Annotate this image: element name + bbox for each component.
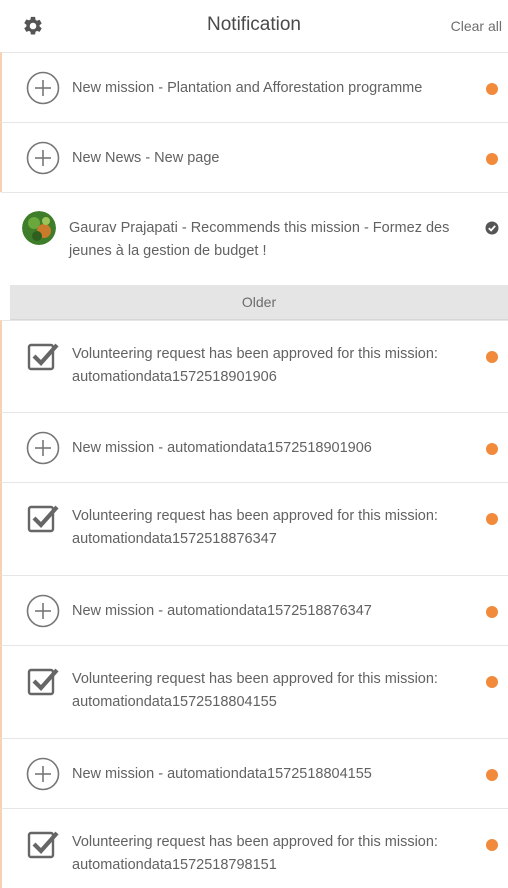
notification-text: New mission - Plantation and Afforestati…	[72, 80, 423, 96]
read-check-icon	[485, 221, 499, 235]
unread-dot-icon	[486, 839, 498, 851]
notification-item[interactable]: Gaurav Prajapati - Recommends this missi…	[0, 192, 508, 285]
notification-text: Volunteering request has been approved f…	[72, 834, 438, 873]
page-title: Notification	[207, 14, 301, 35]
notification-item[interactable]: New mission - automationdata157251880415…	[0, 738, 508, 808]
notification-item[interactable]: New mission - automationdata157251887634…	[0, 575, 508, 645]
plus-circle-icon	[26, 141, 60, 175]
clear-all-button[interactable]: Clear all	[451, 18, 502, 34]
checkbox-icon	[27, 505, 59, 533]
notification-item[interactable]: New mission - automationdata157251890190…	[0, 412, 508, 482]
older-section-header: Older	[10, 285, 508, 320]
unread-dot-icon	[486, 606, 498, 618]
unread-dot-icon	[486, 676, 498, 688]
notification-text: Volunteering request has been approved f…	[72, 346, 438, 385]
checkbox-icon	[27, 831, 59, 859]
plus-circle-icon	[26, 71, 60, 105]
notification-item[interactable]: Volunteering request has been approved f…	[0, 320, 508, 412]
notification-text: New mission - automationdata157251890190…	[72, 440, 372, 456]
notification-text: Gaurav Prajapati - Recommends this missi…	[69, 220, 450, 259]
gear-icon[interactable]	[22, 15, 44, 37]
unread-dot-icon	[486, 351, 498, 363]
checkbox-icon	[27, 668, 59, 696]
recent-notification-list: New mission - Plantation and Afforestati…	[0, 52, 508, 285]
plus-circle-icon	[26, 757, 60, 791]
notification-item[interactable]: New News - New page	[0, 122, 508, 192]
unread-dot-icon	[486, 769, 498, 781]
notification-text: Volunteering request has been approved f…	[72, 508, 438, 547]
unread-dot-icon	[486, 153, 498, 165]
unread-dot-icon	[486, 443, 498, 455]
notification-item[interactable]: Volunteering request has been approved f…	[0, 808, 508, 888]
notification-text: Volunteering request has been approved f…	[72, 671, 438, 710]
notification-header: Notification Clear all	[0, 0, 508, 52]
notification-text: New News - New page	[72, 150, 220, 166]
plus-circle-icon	[26, 431, 60, 465]
checkbox-icon	[27, 343, 59, 371]
older-notification-list: Volunteering request has been approved f…	[0, 320, 508, 888]
notification-text: New mission - automationdata157251887634…	[72, 603, 372, 619]
avatar-image-icon	[22, 211, 56, 245]
notification-item[interactable]: New mission - Plantation and Afforestati…	[0, 52, 508, 122]
avatar	[22, 211, 56, 245]
unread-dot-icon	[486, 83, 498, 95]
plus-circle-icon	[26, 594, 60, 628]
notification-text: New mission - automationdata157251880415…	[72, 766, 372, 782]
notification-item[interactable]: Volunteering request has been approved f…	[0, 482, 508, 575]
unread-dot-icon	[486, 513, 498, 525]
notification-item[interactable]: Volunteering request has been approved f…	[0, 645, 508, 738]
